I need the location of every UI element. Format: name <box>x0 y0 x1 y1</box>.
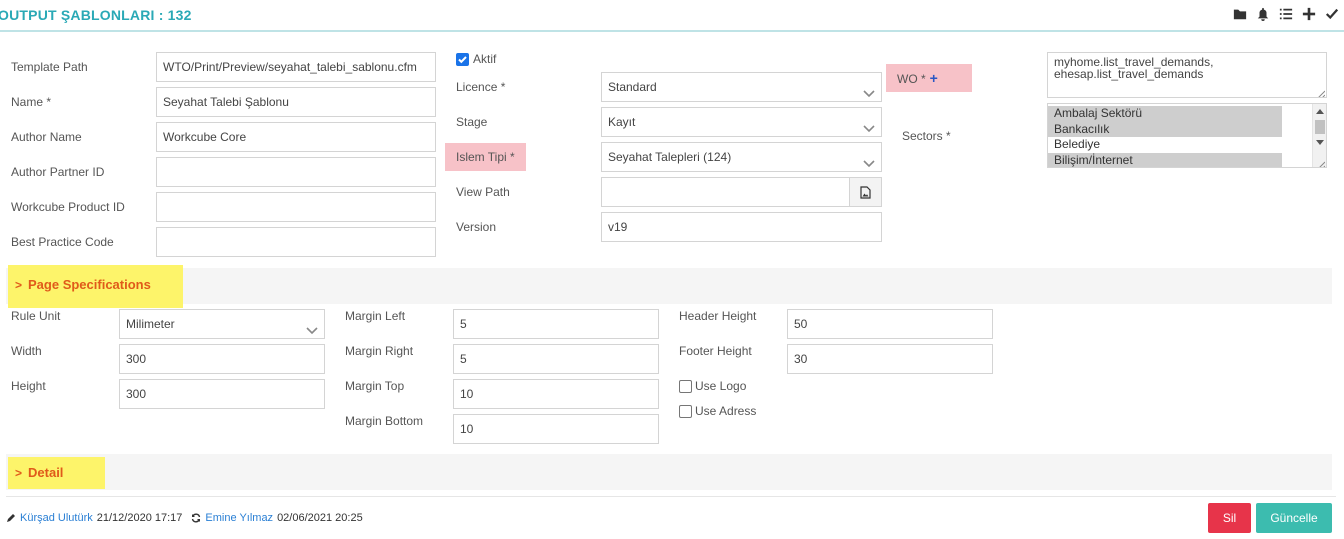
template-path-input[interactable]: WTO/Print/Preview/seyahat_talebi_sablonu… <box>156 52 436 82</box>
use-adress-checkbox[interactable] <box>679 405 692 418</box>
refresh-icon <box>192 513 201 523</box>
stage-label: Stage <box>456 115 488 129</box>
wo-text-line: ehesap.list_travel_demands <box>1054 67 1204 81</box>
page-specifications-title: Page Specifications <box>28 277 151 292</box>
rule-unit-select[interactable]: Milimeter <box>119 309 325 339</box>
margin-top-input[interactable]: 10 <box>453 379 659 409</box>
author-partner-id-input[interactable] <box>156 157 436 187</box>
template-path-label: Template Path <box>11 60 88 74</box>
chevron-right-icon: > <box>15 466 23 480</box>
use-logo-checkbox[interactable] <box>679 380 692 393</box>
record-info: Kürşad Ulutürk 21/12/2020 17:17 Emine Yı… <box>6 512 363 524</box>
chevron-down-icon <box>863 151 875 168</box>
folder-icon[interactable] <box>1232 6 1248 22</box>
updated-at: 02/06/2021 20:25 <box>277 512 363 524</box>
name-input[interactable]: Seyahat Talebi Şablonu <box>156 87 436 117</box>
resize-handle-icon[interactable] <box>1317 158 1326 167</box>
margin-right-input[interactable]: 5 <box>453 344 659 374</box>
footer-height-input[interactable]: 30 <box>787 344 993 374</box>
islem-tipi-label: Islem Tipi * <box>445 143 526 171</box>
detail-bar <box>6 454 1332 490</box>
updated-by-link[interactable]: Emine Yılmaz <box>205 512 273 524</box>
author-partner-id-label: Author Partner ID <box>11 165 105 179</box>
height-label: Height <box>11 379 46 393</box>
header-toolbar <box>1232 6 1340 22</box>
licence-select[interactable]: Standard <box>601 72 882 102</box>
sector-option[interactable]: Bankacılık <box>1048 121 1282 137</box>
plus-icon[interactable] <box>1301 6 1317 22</box>
best-practice-code-label: Best Practice Code <box>11 235 114 249</box>
footer-divider <box>6 496 1336 497</box>
view-path-preview-button[interactable] <box>850 177 882 207</box>
chevron-right-icon: > <box>15 278 23 292</box>
list-icon[interactable] <box>1278 6 1294 22</box>
use-logo-label: Use Logo <box>695 379 747 393</box>
islem-tipi-value: Seyahat Talepleri (124) <box>608 150 732 164</box>
update-button[interactable]: Güncelle <box>1256 503 1332 533</box>
margin-right-label: Margin Right <box>345 344 414 358</box>
sectors-label: Sectors * <box>902 129 951 143</box>
sector-option[interactable]: Bilişim/İnternet <box>1048 152 1282 167</box>
view-path-label: View Path <box>456 185 510 199</box>
sectors-multiselect[interactable]: Ambalaj Sektörü Bankacılık Belediye Bili… <box>1047 103 1327 168</box>
wo-label: WO * + <box>886 64 972 92</box>
name-label: Name * <box>11 95 52 109</box>
check-icon[interactable] <box>1324 6 1340 22</box>
detail-toggle[interactable]: > Detail <box>8 457 105 489</box>
sector-option[interactable]: Ambalaj Sektörü <box>1048 106 1282 122</box>
page-header: OUTPUT ŞABLONLARI : 132 <box>0 0 1344 32</box>
workcube-product-id-label: Workcube Product ID <box>11 200 125 214</box>
margin-bottom-label: Margin Bottom <box>345 414 424 428</box>
header-height-input[interactable]: 50 <box>787 309 993 339</box>
chevron-down-icon <box>863 81 875 98</box>
aktif-checkbox[interactable] <box>456 53 469 66</box>
scroll-up-icon[interactable] <box>1316 109 1324 114</box>
margin-bottom-input[interactable]: 10 <box>453 414 659 444</box>
pencil-icon <box>7 514 15 522</box>
aktif-label: Aktif <box>473 52 497 66</box>
wo-label-text: WO * <box>897 72 926 86</box>
header-height-label: Header Height <box>679 309 757 323</box>
bell-icon[interactable] <box>1255 6 1271 22</box>
rule-unit-value: Milimeter <box>126 317 175 331</box>
stage-select[interactable]: Kayıt <box>601 107 882 137</box>
margin-top-label: Margin Top <box>345 379 405 393</box>
created-at: 21/12/2020 17:17 <box>96 512 183 524</box>
page-title: OUTPUT ŞABLONLARI : 132 <box>0 7 192 23</box>
stage-value: Kayıt <box>608 115 636 129</box>
detail-title: Detail <box>28 465 64 480</box>
scroll-thumb[interactable] <box>1315 120 1325 134</box>
delete-button[interactable]: Sil <box>1208 503 1251 533</box>
resize-handle-icon[interactable] <box>1317 88 1326 97</box>
width-label: Width <box>11 344 42 358</box>
version-label: Version <box>456 220 497 234</box>
author-name-input[interactable]: Workcube Core <box>156 122 436 152</box>
wo-textarea[interactable]: myhome.list_travel_demands, ehesap.list_… <box>1047 52 1327 98</box>
sector-option[interactable]: Belediye <box>1048 137 1282 153</box>
licence-value: Standard <box>608 80 657 94</box>
image-icon <box>860 185 871 199</box>
margin-left-input[interactable]: 5 <box>453 309 659 339</box>
add-wo-icon[interactable]: + <box>930 70 938 86</box>
created-by-link[interactable]: Kürşad Ulutürk <box>20 512 93 524</box>
version-input[interactable]: v19 <box>601 212 882 242</box>
margin-left-label: Margin Left <box>345 309 406 323</box>
use-adress-label: Use Adress <box>695 404 757 418</box>
height-input[interactable]: 300 <box>119 379 325 409</box>
footer-height-label: Footer Height <box>679 344 752 358</box>
scroll-down-icon[interactable] <box>1316 140 1324 145</box>
rule-unit-label: Rule Unit <box>11 309 61 323</box>
page-specifications-bar <box>6 268 1332 304</box>
page-specifications-toggle[interactable]: > Page Specifications <box>8 265 183 308</box>
chevron-down-icon <box>863 116 875 133</box>
licence-label: Licence * <box>456 80 506 94</box>
width-input[interactable]: 300 <box>119 344 325 374</box>
chevron-down-icon <box>306 318 318 335</box>
workcube-product-id-input[interactable] <box>156 192 436 222</box>
view-path-input[interactable] <box>601 177 850 207</box>
best-practice-code-input[interactable] <box>156 227 436 257</box>
author-name-label: Author Name <box>11 130 82 144</box>
islem-tipi-select[interactable]: Seyahat Talepleri (124) <box>601 142 882 172</box>
